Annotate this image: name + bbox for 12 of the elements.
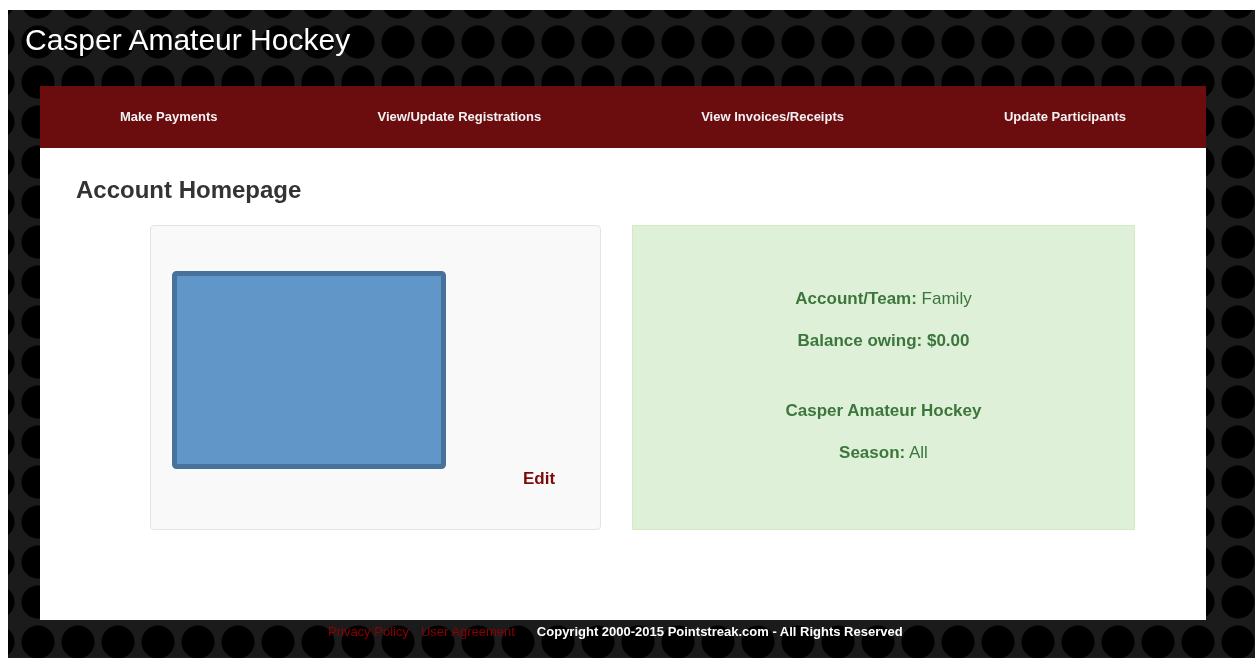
- site-title: Casper Amateur Hockey: [24, 22, 352, 58]
- info-line: Casper Amateur Hockey: [784, 399, 983, 422]
- page-heading: Account Homepage: [76, 176, 303, 205]
- edit-link[interactable]: Edit: [523, 465, 556, 492]
- info-line: Balance owing: $0.00: [796, 329, 971, 352]
- info-line: Season: All: [838, 441, 929, 464]
- info-line: Account/Team: Family: [794, 287, 973, 310]
- copyright-text: Copyright 2000-2015 Pointstreak.com - All Rights Reserved: [536, 624, 903, 639]
- nav-link[interactable]: View Invoices/Receipts: [701, 107, 844, 127]
- nav-link[interactable]: Make Payments: [119, 107, 218, 127]
- nav-link[interactable]: View/Update Registrations: [377, 107, 542, 127]
- nav-link[interactable]: Update Participants: [1003, 107, 1127, 127]
